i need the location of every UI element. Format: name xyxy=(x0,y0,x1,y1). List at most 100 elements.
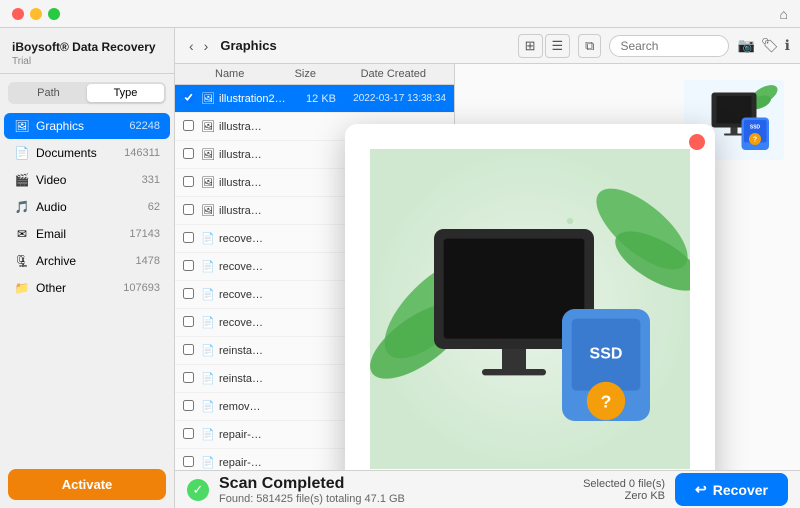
sidebar-item-documents[interactable]: 📄 Documents 146311 xyxy=(4,140,170,166)
content-main: Name Size Date Created 🖼 illustration2.p… xyxy=(175,64,800,470)
file-name: illustration2.png xyxy=(219,93,286,105)
file-name: recove… xyxy=(219,261,286,273)
svg-text:?: ? xyxy=(601,391,612,411)
row-checkbox[interactable] xyxy=(183,176,197,190)
popup-illustration: SSD ? xyxy=(370,149,690,469)
col-header-date: Date Created xyxy=(316,68,426,80)
audio-icon: 🎵 xyxy=(14,199,30,215)
scan-complete-icon: ✓ xyxy=(187,479,209,501)
documents-count: 146311 xyxy=(124,147,160,159)
svg-text:?: ? xyxy=(753,137,757,144)
file-type-icon: 📄 xyxy=(201,344,215,358)
sidebar-item-archive[interactable]: 🗜 Archive 1478 xyxy=(4,248,170,274)
archive-count: 1478 xyxy=(136,255,160,267)
sidebar-tabs: Path Type xyxy=(8,82,166,104)
file-type-icon: 📄 xyxy=(201,260,215,274)
row-checkbox[interactable] xyxy=(183,120,197,134)
recover-label: Recover xyxy=(713,482,768,498)
email-label: Email xyxy=(36,227,129,241)
row-checkbox[interactable] xyxy=(183,372,197,386)
audio-count: 62 xyxy=(148,201,160,213)
documents-icon: 📄 xyxy=(14,145,30,161)
file-name: reinsta… xyxy=(219,373,286,385)
search-input[interactable] xyxy=(609,35,729,57)
view-buttons: ⊞ ☰ xyxy=(518,34,571,58)
tag-icon[interactable]: 🏷 xyxy=(761,37,779,54)
info-icon[interactable]: ℹ xyxy=(785,37,790,54)
sidebar-item-graphics[interactable]: 🖼 Graphics 62248 xyxy=(4,113,170,139)
file-type-icon: 🖼 xyxy=(201,92,215,106)
row-checkbox[interactable] xyxy=(183,260,197,274)
row-checkbox[interactable] xyxy=(183,344,197,358)
file-list-header: Name Size Date Created xyxy=(175,64,454,85)
file-type-icon: 📄 xyxy=(201,316,215,330)
tab-type[interactable]: Type xyxy=(87,84,164,102)
row-checkbox[interactable] xyxy=(183,316,197,330)
sidebar-items: 🖼 Graphics 62248 📄 Documents 146311 🎬 Vi… xyxy=(0,108,174,461)
file-name: illustra… xyxy=(219,149,286,161)
sidebar-item-video[interactable]: 🎬 Video 331 xyxy=(4,167,170,193)
video-icon: 🎬 xyxy=(14,172,30,188)
row-checkbox[interactable] xyxy=(183,232,197,246)
file-type-icon: 📄 xyxy=(201,232,215,246)
sidebar-item-audio[interactable]: 🎵 Audio 62 xyxy=(4,194,170,220)
scan-info: Scan Completed Found: 581425 file(s) tot… xyxy=(219,475,405,505)
file-name: reinsta… xyxy=(219,345,286,357)
filter-button[interactable]: ⧉ xyxy=(578,34,601,58)
popup-close-button[interactable] xyxy=(689,134,705,150)
file-type-icon: 📄 xyxy=(201,372,215,386)
content-toolbar: ‹ › Graphics ⊞ ☰ ⧉ 📷 🏷 ℹ xyxy=(175,28,800,64)
brand-subtitle: Trial xyxy=(12,56,162,67)
audio-label: Audio xyxy=(36,200,148,214)
email-count: 17143 xyxy=(129,228,160,240)
row-checkbox[interactable] xyxy=(183,92,197,106)
file-date: 2022-03-17 13:38:34 xyxy=(336,93,446,104)
recover-button[interactable]: ↩ Recover xyxy=(675,473,788,506)
app-body: iBoysoft® Data Recovery Trial Path Type … xyxy=(0,28,800,508)
home-icon[interactable]: ⌂ xyxy=(780,6,788,22)
camera-icon[interactable]: 📷 xyxy=(737,37,754,54)
file-type-icon: 📄 xyxy=(201,456,215,470)
recover-icon: ↩ xyxy=(695,481,707,498)
file-name: repair-… xyxy=(219,429,286,441)
scan-title: Scan Completed xyxy=(219,475,405,493)
brand-title: iBoysoft® Data Recovery xyxy=(12,40,162,56)
list-view-button[interactable]: ☰ xyxy=(545,34,571,58)
close-button[interactable] xyxy=(12,8,24,20)
row-checkbox[interactable] xyxy=(183,400,197,414)
content-area: ‹ › Graphics ⊞ ☰ ⧉ 📷 🏷 ℹ Name xyxy=(175,28,800,508)
nav-buttons: ‹ › xyxy=(185,36,212,56)
tab-path[interactable]: Path xyxy=(10,84,87,102)
file-name: recove… xyxy=(219,233,286,245)
popup-overlay: SSD ? xyxy=(345,124,715,470)
file-name: illustra… xyxy=(219,205,286,217)
table-row[interactable]: 🖼 illustration2.png 12 KB 2022-03-17 13:… xyxy=(175,85,454,113)
back-button[interactable]: ‹ xyxy=(185,36,198,56)
maximize-button[interactable] xyxy=(48,8,60,20)
file-name: recove… xyxy=(219,317,286,329)
sidebar-item-other[interactable]: 📁 Other 107693 xyxy=(4,275,170,301)
graphics-label: Graphics xyxy=(36,119,129,133)
status-selected: Selected 0 file(s) Zero KB xyxy=(583,478,665,502)
graphics-count: 62248 xyxy=(129,120,160,132)
grid-view-button[interactable]: ⊞ xyxy=(518,34,543,58)
row-checkbox[interactable] xyxy=(183,288,197,302)
file-name: remov… xyxy=(219,401,286,413)
forward-button[interactable]: › xyxy=(200,36,213,56)
file-type-icon: 📄 xyxy=(201,288,215,302)
scan-detail: Found: 581425 file(s) totaling 47.1 GB xyxy=(219,493,405,505)
minimize-button[interactable] xyxy=(30,8,42,20)
col-header-name: Name xyxy=(215,68,266,80)
other-label: Other xyxy=(36,281,123,295)
file-type-icon: 🖼 xyxy=(201,204,215,218)
row-checkbox[interactable] xyxy=(183,456,197,470)
svg-text:SSD: SSD xyxy=(750,125,761,131)
other-count: 107693 xyxy=(123,282,160,294)
file-type-icon: 🖼 xyxy=(201,176,215,190)
row-checkbox[interactable] xyxy=(183,204,197,218)
email-icon: ✉ xyxy=(14,226,30,242)
sidebar-item-email[interactable]: ✉ Email 17143 xyxy=(4,221,170,247)
activate-button[interactable]: Activate xyxy=(8,469,166,500)
row-checkbox[interactable] xyxy=(183,148,197,162)
row-checkbox[interactable] xyxy=(183,428,197,442)
